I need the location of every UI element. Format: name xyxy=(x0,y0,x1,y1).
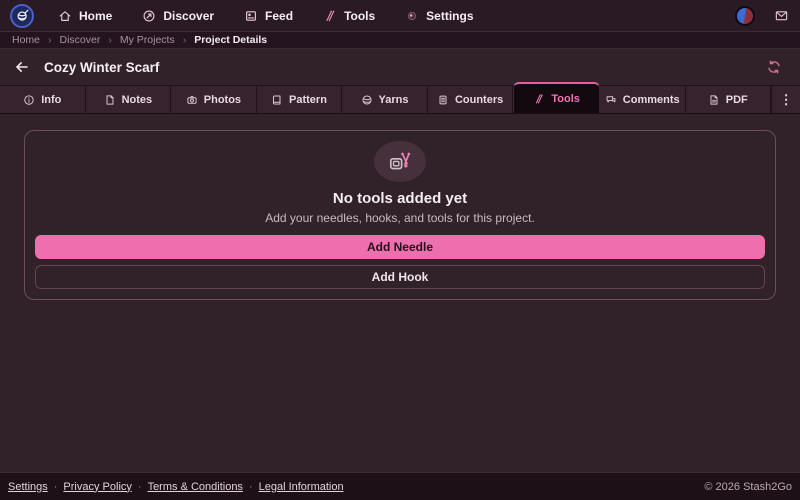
arrow-left-icon xyxy=(16,62,28,72)
footer-separator: · xyxy=(53,480,58,493)
tab-overflow-menu[interactable]: ⋮ xyxy=(771,85,800,113)
main-content: No tools added yet Add your needles, hoo… xyxy=(0,114,800,472)
breadcrumb-separator: › xyxy=(108,34,112,46)
tab-label: Counters xyxy=(454,93,504,106)
footer-link-terms-conditions[interactable]: Terms & Conditions xyxy=(148,481,243,493)
knitting-needles-icon xyxy=(536,93,544,103)
yarn-ball-icon xyxy=(362,94,372,105)
empty-state-subtitle: Add your needles, hooks, and tools for t… xyxy=(265,211,535,225)
nav-item-tools[interactable]: Tools xyxy=(317,5,381,27)
empty-state-card: No tools added yet Add your needles, hoo… xyxy=(24,130,776,300)
tab-label: PDF xyxy=(725,93,748,106)
breadcrumb-project-details: Project Details xyxy=(194,34,268,46)
info-circle-icon xyxy=(24,94,34,105)
nav-item-label: Home xyxy=(79,8,113,23)
top-navigation: Home Discover Feed Tools Settings xyxy=(0,0,800,31)
title-row: Cozy Winter Scarf xyxy=(0,49,800,85)
page-title: Cozy Winter Scarf xyxy=(44,59,160,75)
mail-envelope-icon[interactable] xyxy=(773,8,790,23)
add-hook-button[interactable]: Add Hook xyxy=(35,265,765,289)
breadcrumb-discover[interactable]: Discover xyxy=(60,34,101,46)
user-avatar[interactable] xyxy=(735,5,755,26)
breadcrumb: Home › Discover › My Projects › Project … xyxy=(0,31,800,49)
app-window: Home Discover Feed Tools Settings Home ›… xyxy=(0,0,800,500)
tab-label: Comments xyxy=(622,93,680,106)
add-needle-button[interactable]: Add Needle xyxy=(35,235,765,259)
tab-label: Info xyxy=(41,93,62,106)
action-buttons: Add Needle Add Hook xyxy=(35,235,765,289)
tab-label: Notes xyxy=(121,93,153,106)
breadcrumb-separator: › xyxy=(48,34,52,46)
brand-logo[interactable] xyxy=(10,3,34,28)
footer-links: Settings · Privacy Policy · Terms & Cond… xyxy=(8,481,344,493)
breadcrumb-home[interactable]: Home xyxy=(12,34,40,46)
note-page-icon xyxy=(106,94,114,105)
tab-label: Yarns xyxy=(378,93,409,106)
empty-state-badge xyxy=(374,141,426,182)
yarn-ball-logo-icon xyxy=(17,9,28,21)
tab-label: Photos xyxy=(203,93,242,106)
feed-card-icon xyxy=(246,10,256,21)
refresh-button[interactable] xyxy=(766,59,786,75)
tab-bar: Info Notes Photos Pattern Yarns Counters… xyxy=(0,82,800,114)
tab-label: Pattern xyxy=(289,93,327,106)
tab-counters[interactable]: Counters xyxy=(427,85,514,113)
footer: Settings · Privacy Policy · Terms & Cond… xyxy=(0,472,800,500)
tab-pattern[interactable]: Pattern xyxy=(256,85,343,113)
copyright-text: © 2026 Stash2Go xyxy=(704,480,792,493)
back-button[interactable] xyxy=(14,59,30,75)
camera-icon xyxy=(187,95,197,104)
empty-state-title: No tools added yet xyxy=(332,190,468,207)
compass-arrow-icon xyxy=(143,10,155,21)
nav-item-feed[interactable]: Feed xyxy=(238,5,299,27)
footer-link-legal-information[interactable]: Legal Information xyxy=(259,481,344,493)
nav-item-label: Discover xyxy=(163,8,215,23)
sync-arrows-icon xyxy=(768,60,780,74)
gear-dot-icon xyxy=(408,11,417,20)
counter-icon xyxy=(439,95,447,104)
ellipsis-icon: ⋮ xyxy=(779,91,793,107)
speech-bubbles-icon xyxy=(606,95,616,102)
tab-tools[interactable]: Tools xyxy=(513,82,600,113)
pdf-page-icon xyxy=(710,94,718,105)
nav-item-discover[interactable]: Discover xyxy=(136,5,220,27)
home-icon xyxy=(59,10,71,21)
knitting-needles-icon xyxy=(326,10,335,21)
book-icon xyxy=(273,94,281,105)
tools-gauge-needles-icon xyxy=(389,152,411,169)
tab-pdf[interactable]: PDF xyxy=(685,85,772,113)
footer-link-settings[interactable]: Settings xyxy=(8,481,48,493)
tab-comments[interactable]: Comments xyxy=(599,85,686,113)
nav-item-home[interactable]: Home xyxy=(52,5,118,27)
footer-separator: · xyxy=(248,480,253,493)
breadcrumb-my-projects[interactable]: My Projects xyxy=(120,34,175,46)
nav-item-label: Settings xyxy=(426,8,474,23)
footer-link-privacy-policy[interactable]: Privacy Policy xyxy=(63,481,131,493)
tab-notes[interactable]: Notes xyxy=(85,85,172,113)
nav-item-label: Feed xyxy=(265,8,294,23)
footer-separator: · xyxy=(137,480,142,493)
tab-photos[interactable]: Photos xyxy=(171,85,257,113)
nav-item-label: Tools xyxy=(344,8,376,23)
nav-item-settings[interactable]: Settings xyxy=(399,5,479,27)
tab-info[interactable]: Info xyxy=(0,85,86,113)
tab-label: Tools xyxy=(551,92,580,105)
breadcrumb-separator: › xyxy=(182,34,187,46)
tab-yarns[interactable]: Yarns xyxy=(342,85,428,113)
